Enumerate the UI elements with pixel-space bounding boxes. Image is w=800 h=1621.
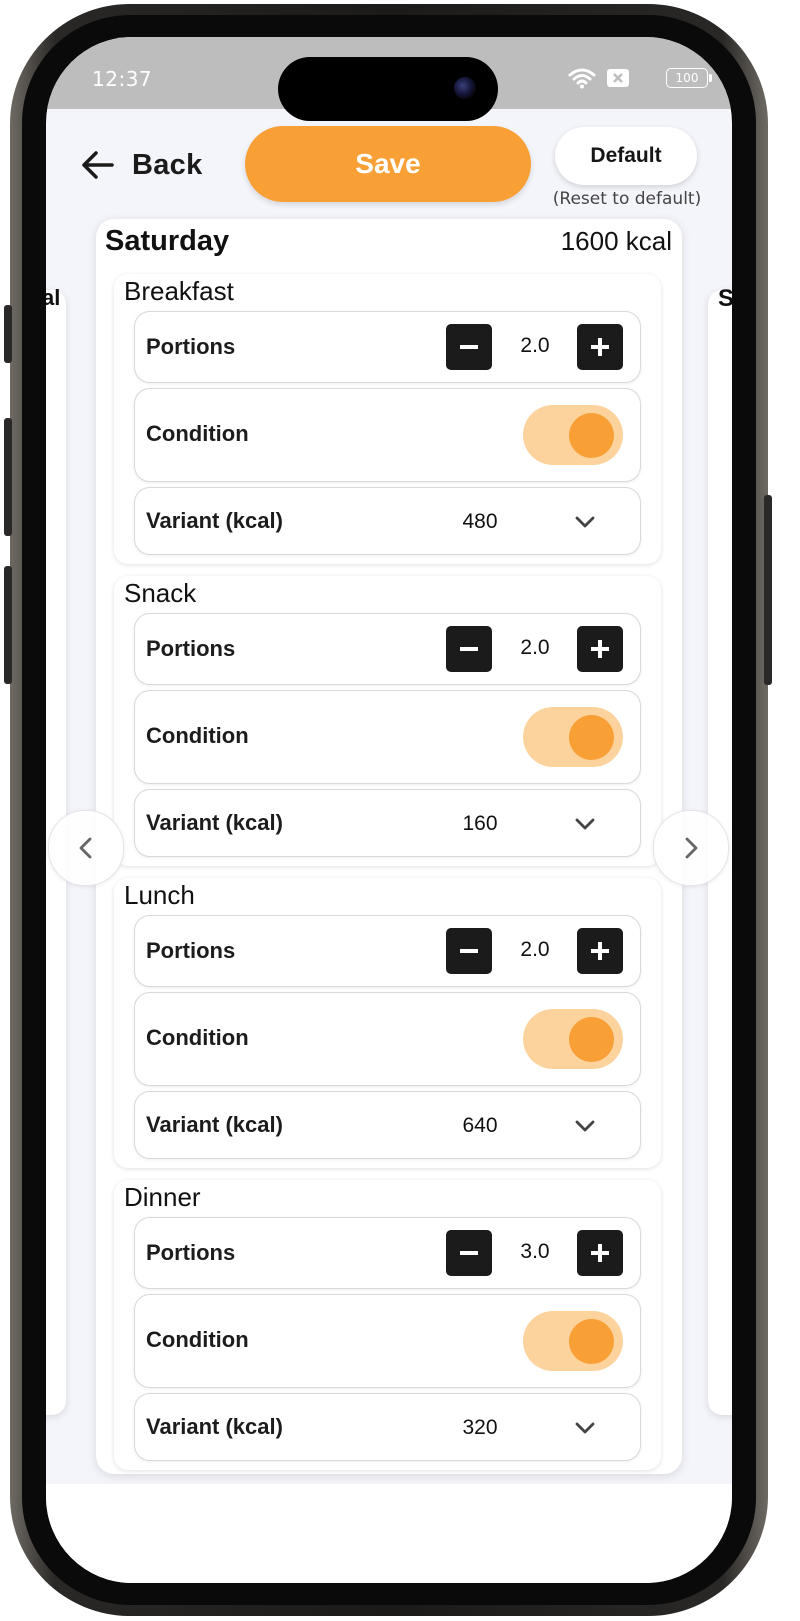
bottom-area [46,1484,732,1583]
condition-toggle[interactable] [523,1009,623,1069]
battery-icon: 100 [666,68,712,88]
minus-icon [460,1251,478,1255]
decrease-portions-button[interactable] [446,324,492,370]
condition-label: Condition [146,723,249,748]
default-button[interactable]: Default [555,127,697,185]
decrease-portions-button[interactable] [446,928,492,974]
day-card: Saturday 1600 kcal Breakfast Portions 2.… [96,219,682,1474]
condition-label: Condition [146,1025,249,1050]
decrease-portions-button[interactable] [446,1230,492,1276]
condition-row: Condition [134,992,641,1086]
back-button[interactable]: Back [80,145,203,185]
save-button[interactable]: Save [245,126,531,202]
portions-value: 3.0 [520,1240,550,1263]
condition-toggle[interactable] [523,405,623,465]
meal-card-breakfast: Breakfast Portions 2.0 Condition Variant… [114,274,661,564]
side-button [4,566,12,684]
portions-row: Portions 2.0 [134,311,641,383]
variant-row[interactable]: Variant (kcal) 320 [134,1393,641,1461]
condition-toggle[interactable] [523,1311,623,1371]
toggle-knob [569,413,614,458]
decrease-portions-button[interactable] [446,626,492,672]
increase-portions-button[interactable] [577,626,623,672]
portions-label: Portions [146,938,236,963]
plus-icon [591,338,609,356]
meal-title: Breakfast [124,276,234,306]
status-icons: 100 [566,65,716,91]
arrow-left-icon [82,151,114,179]
day-kcal: 1600 kcal [560,226,672,256]
plus-icon [591,942,609,960]
side-button [4,418,12,536]
chevron-down-icon[interactable] [573,510,597,534]
toggle-knob [569,1017,614,1062]
next-day-button[interactable] [653,810,729,886]
previous-day-button[interactable] [48,810,124,886]
variant-label: Variant (kcal) [146,1414,283,1439]
increase-portions-button[interactable] [577,324,623,370]
condition-label: Condition [146,421,249,446]
status-time: 12:37 [92,67,153,91]
chevron-right-icon [685,837,698,859]
portions-value: 2.0 [520,938,550,961]
portions-value: 2.0 [520,334,550,357]
meal-card-snack: Snack Portions 2.0 Condition Variant (kc… [114,576,661,866]
portions-label: Portions [146,1240,236,1265]
variant-row[interactable]: Variant (kcal) 480 [134,487,641,555]
variant-value: 160 [462,812,498,835]
side-button [764,495,772,685]
condition-row: Condition [134,1294,641,1388]
condition-row: Condition [134,388,641,482]
variant-value: 320 [462,1416,498,1439]
wifi-icon [568,68,596,89]
minus-icon [460,647,478,651]
plus-icon [591,640,609,658]
previous-day-label: al [46,285,61,310]
variant-label: Variant (kcal) [146,508,283,533]
condition-label: Condition [146,1327,249,1352]
day-title: Saturday [105,225,230,257]
increase-portions-button[interactable] [577,928,623,974]
portions-row: Portions 2.0 [134,613,641,685]
variant-value: 640 [462,1114,498,1137]
variant-label: Variant (kcal) [146,1112,283,1137]
chevron-down-icon[interactable] [573,1114,597,1138]
meal-title: Dinner [124,1182,201,1212]
toggle-knob [569,715,614,760]
variant-row[interactable]: Variant (kcal) 160 [134,789,641,857]
minus-icon [460,345,478,349]
chevron-left-icon [79,837,92,859]
portions-value: 2.0 [520,636,550,659]
meal-title: Snack [124,578,197,608]
meal-card-dinner: Dinner Portions 3.0 Condition Variant (k… [114,1180,661,1470]
variant-row[interactable]: Variant (kcal) 640 [134,1091,641,1159]
variant-label: Variant (kcal) [146,810,283,835]
camera-icon [454,77,476,99]
sim-off-icon [607,69,629,87]
minus-icon [460,949,478,953]
condition-row: Condition [134,690,641,784]
portions-label: Portions [146,636,236,661]
portions-row: Portions 2.0 [134,915,641,987]
next-day-label: S [718,285,732,312]
increase-portions-button[interactable] [577,1230,623,1276]
toggle-knob [569,1319,614,1364]
side-button [4,305,12,363]
reset-hint: (Reset to default) [552,189,702,209]
screen: 12:37 100 Back Save Default (Reset to de… [46,37,732,1583]
plus-icon [591,1244,609,1262]
condition-toggle[interactable] [523,707,623,767]
meal-card-lunch: Lunch Portions 2.0 Condition Variant (kc… [114,878,661,1168]
back-label: Back [132,148,203,181]
chevron-down-icon[interactable] [573,1416,597,1440]
meal-title: Lunch [124,880,195,910]
chevron-down-icon[interactable] [573,812,597,836]
portions-row: Portions 3.0 [134,1217,641,1289]
variant-value: 480 [462,510,498,533]
portions-label: Portions [146,334,236,359]
